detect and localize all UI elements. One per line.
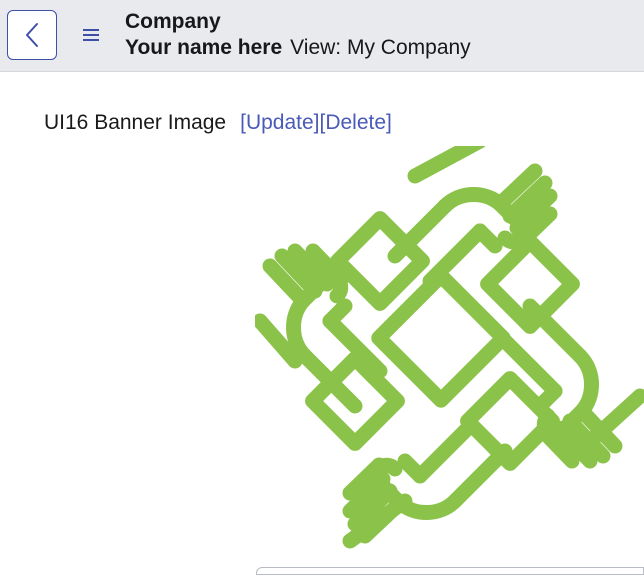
menu-button[interactable] [78, 22, 104, 48]
banner-image-field: UI16 Banner Image [Update][Delete] [44, 110, 392, 136]
back-button[interactable] [7, 10, 57, 60]
hamburger-icon [83, 29, 99, 41]
field-label: UI16 Banner Image [44, 111, 227, 134]
update-link[interactable]: [Update] [240, 111, 319, 134]
next-section-edge [256, 567, 644, 575]
banner-image [255, 146, 644, 558]
delete-link[interactable]: [Delete] [320, 111, 392, 134]
user-name: Your name here [125, 36, 283, 59]
page-title: Company [125, 10, 221, 33]
page-subtitle: Your name here View: My Company [125, 35, 471, 61]
hands-logo-icon [255, 146, 644, 549]
chevron-left-icon [26, 23, 38, 47]
view-label: View: My Company [290, 36, 471, 59]
top-header: Company Your name here View: My Company [0, 0, 644, 72]
